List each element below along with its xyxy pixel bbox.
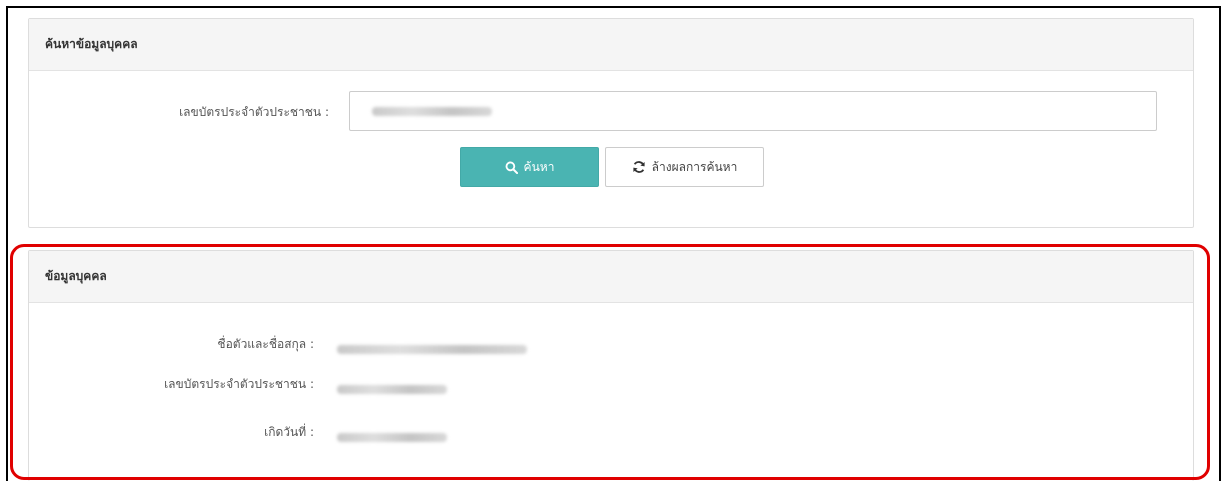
id-card-label: เลขบัตรประจำตัวประชาชน : (179, 104, 329, 119)
info-row-fullname: ชื่อตัวและชื่อสกุล : (29, 329, 1193, 359)
fullname-label: ชื่อตัวและชื่อสกุล : (217, 336, 314, 351)
birthdate-label: เกิดวันที่ : (264, 424, 314, 439)
search-button[interactable]: ค้นหา (460, 147, 599, 187)
person-info-panel: ข้อมูลบุคคล ชื่อตัวและชื่อสกุล : เลขบัตร… (28, 250, 1194, 481)
search-panel-title: ค้นหาข้อมูลบุคคล (29, 19, 1193, 71)
id-card-value-redacted (337, 379, 447, 398)
search-icon (505, 161, 518, 174)
clear-results-label: ล้างผลการค้นหา (651, 159, 738, 174)
id-card-info-label: เลขบัตรประจำตัวประชาชน : (164, 376, 314, 391)
redacted-input-value (372, 107, 492, 116)
search-actions: ค้นหา ล้างผลการค้นหา (29, 147, 1193, 189)
birthdate-value-redacted (337, 427, 447, 446)
id-search-row: เลขบัตรประจำตัวประชาชน : (29, 91, 1193, 133)
id-card-input[interactable] (349, 91, 1157, 131)
clear-results-button[interactable]: ล้างผลการค้นหา (605, 147, 764, 187)
fullname-value-redacted (337, 339, 527, 358)
refresh-icon (632, 160, 646, 174)
person-info-title: ข้อมูลบุคคล (29, 251, 1193, 303)
info-row-birthdate: เกิดวันที่ : (29, 417, 1193, 447)
info-row-id-card: เลขบัตรประจำตัวประชาชน : (29, 369, 1193, 399)
search-button-label: ค้นหา (523, 159, 555, 174)
search-panel: ค้นหาข้อมูลบุคคล เลขบัตรประจำตัวประชาชน … (28, 18, 1194, 228)
